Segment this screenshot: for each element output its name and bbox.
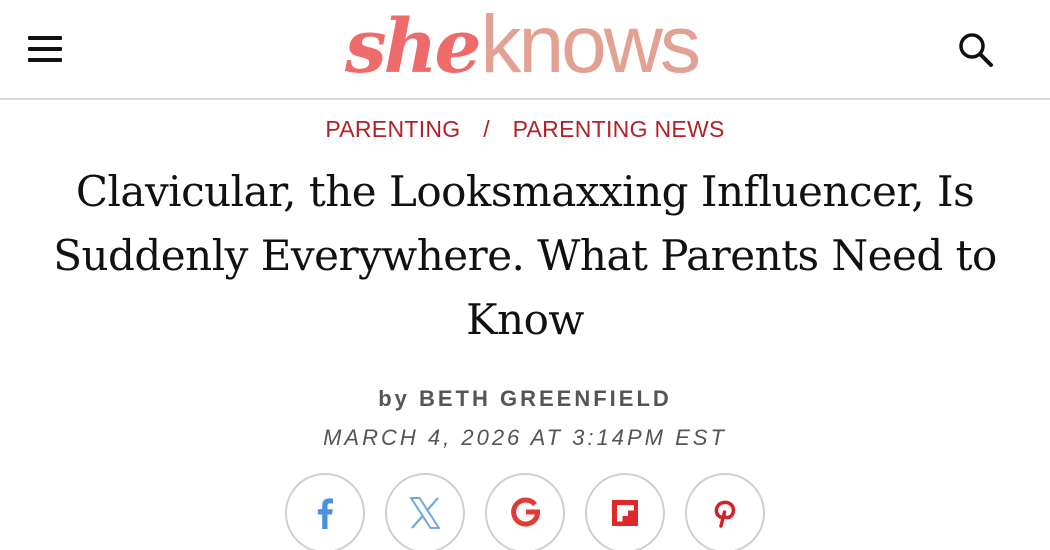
hamburger-menu-icon[interactable] <box>28 36 64 64</box>
byline-prefix: by <box>378 386 410 411</box>
publish-date: MARCH 4, 2026 AT 3:14PM EST <box>323 425 727 450</box>
pinterest-icon <box>714 500 736 528</box>
x-share-button[interactable] <box>385 473 465 550</box>
flipboard-icon <box>612 500 638 526</box>
author-link[interactable]: BETH GREENFIELD <box>419 386 672 411</box>
share-buttons <box>285 473 769 550</box>
search-icon[interactable] <box>956 30 996 70</box>
sheknows-logo[interactable]: she knows <box>345 0 701 92</box>
site-header: she knows <box>0 0 1050 100</box>
google-share-button[interactable] <box>485 473 565 550</box>
breadcrumb-parenting[interactable]: PARENTING <box>325 116 460 142</box>
breadcrumb: PARENTING / PARENTING NEWS <box>0 116 1050 143</box>
breadcrumb-parenting-news[interactable]: PARENTING NEWS <box>513 116 725 142</box>
article-title: Clavicular, the Looksmaxxing Influencer,… <box>53 167 997 344</box>
facebook-icon <box>317 498 333 529</box>
breadcrumb-separator: / <box>483 116 490 142</box>
pinterest-share-button[interactable] <box>685 473 765 550</box>
byline: by BETH GREENFIELD <box>0 386 1050 412</box>
logo-she-text: she <box>345 4 482 90</box>
flipboard-share-button[interactable] <box>585 473 665 550</box>
logo-knows-text: knows <box>480 0 701 90</box>
facebook-share-button[interactable] <box>285 473 365 550</box>
google-icon <box>511 497 540 527</box>
x-twitter-icon <box>410 497 440 529</box>
